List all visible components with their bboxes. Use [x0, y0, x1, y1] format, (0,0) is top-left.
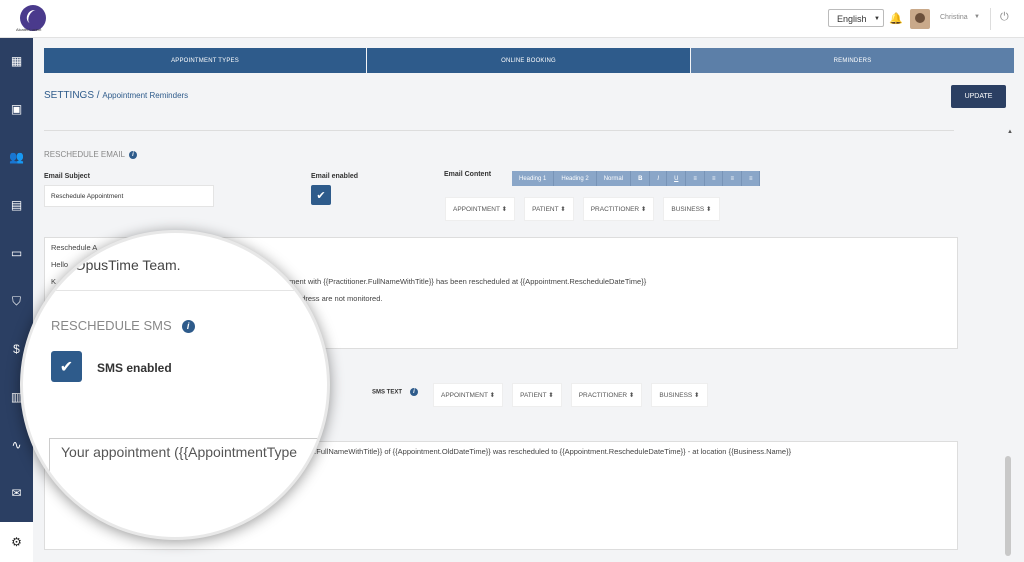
reschedule-email-label: RESCHEDULE EMAIL	[44, 150, 125, 159]
sms-enabled-checkbox[interactable]: ✔	[51, 351, 82, 382]
breadcrumb: SETTINGS / Appointment Reminders	[44, 90, 188, 101]
practitioner-field-button[interactable]: PRACTITIONER ⬍	[582, 197, 655, 221]
sms-text-label-text: SMS TEXT	[372, 389, 403, 396]
chevron-down-icon[interactable]: ▼	[974, 14, 980, 20]
bell-icon[interactable]: 🔔	[889, 12, 903, 25]
check-icon: ✔	[59, 358, 74, 376]
normal-button[interactable]: Normal	[596, 171, 632, 186]
users-icon[interactable]: 👥	[0, 142, 33, 172]
scrollbar[interactable]: ▲	[1003, 123, 1015, 559]
logo-text: Alcatel-Lucent	[16, 27, 42, 32]
business-field-button[interactable]: BUSINESS ⬍	[663, 197, 720, 221]
section-divider	[44, 130, 954, 131]
bold-button[interactable]: B	[631, 171, 651, 186]
tab-online-booking[interactable]: ONLINE BOOKING	[367, 48, 690, 73]
sms-text-label: SMS TEXT i	[372, 388, 419, 396]
divider	[23, 290, 327, 291]
magnified-team-text: e OpusTime Team.	[63, 257, 181, 273]
email-body-line: tment with {{Practitioner.FullNameWithTi…	[287, 277, 647, 286]
patient-field-button[interactable]: PATIENT ⬍	[512, 383, 562, 407]
info-icon[interactable]: i	[181, 320, 195, 334]
check-icon: ✔	[316, 189, 326, 202]
update-button[interactable]: UPDATE	[951, 85, 1006, 108]
info-icon[interactable]: i	[410, 388, 419, 396]
patient-field-button[interactable]: PATIENT ⬍	[524, 197, 574, 221]
reschedule-sms-title: RESCHEDULE SMS i	[51, 318, 195, 334]
indent-icon[interactable]: ≡	[723, 171, 742, 186]
reschedule-sms-label: RESCHEDULE SMS	[51, 318, 172, 333]
power-icon[interactable]: ⏻	[1000, 11, 1009, 24]
email-enabled-checkbox[interactable]: ✔	[311, 185, 331, 205]
email-subject-label: Email Subject	[44, 173, 90, 180]
gear-icon[interactable]: ⚙	[0, 522, 33, 562]
email-content-label: Email Content	[444, 171, 492, 178]
breadcrumb-root[interactable]: SETTINGS	[44, 90, 94, 101]
calendar-icon[interactable]: ▣	[0, 94, 33, 124]
document-icon[interactable]: ▤	[0, 190, 33, 220]
avatar[interactable]	[910, 9, 930, 29]
divider	[990, 8, 991, 30]
sms-merge-fields: APPOINTMENT ⬍ PATIENT ⬍ PRACTITIONER ⬍ B…	[433, 383, 708, 407]
underline-button[interactable]: U	[667, 171, 687, 186]
email-enabled-label: Email enabled	[311, 173, 359, 180]
info-icon[interactable]: i	[128, 150, 137, 159]
dashboard-icon[interactable]: ▦	[0, 46, 33, 76]
italic-button[interactable]: I	[650, 171, 668, 186]
appointment-field-button[interactable]: APPOINTMENT ⬍	[445, 197, 516, 221]
magnified-sms-text: Your appointment ({{AppointmentType	[61, 444, 298, 460]
settings-tabs: APPOINTMENT TYPES ONLINE BOOKING REMINDE…	[44, 48, 1014, 73]
tab-appointment-types[interactable]: APPOINTMENT TYPES	[44, 48, 366, 73]
appointment-field-button[interactable]: APPOINTMENT ⬍	[433, 383, 504, 407]
sidebar: ▦ ▣ 👥 ▤ ▭ ⛉ $ ▥ ∿ ✉ ⚙	[0, 38, 33, 562]
email-merge-fields: APPOINTMENT ⬍ PATIENT ⬍ PRACTITIONER ⬍ B…	[445, 197, 720, 221]
ordered-list-icon[interactable]: ≡	[704, 171, 724, 186]
sms-body-text: e.FullNameWithTitle}} of {{Appointment.O…	[310, 447, 792, 456]
top-bar: Alcatel-Lucent English ▼ 🔔 Christina ▼ ⏻	[0, 0, 1024, 38]
heading2-button[interactable]: Heading 2	[554, 171, 597, 186]
card-icon[interactable]: ▭	[0, 238, 33, 268]
user-name[interactable]: Christina	[940, 14, 968, 21]
scroll-thumb[interactable]	[1005, 456, 1011, 556]
chevron-down-icon: ▼	[874, 16, 880, 22]
magnifier-overlay: e OpusTime Team. RESCHEDULE SMS i ✔ SMS e…	[20, 230, 330, 540]
tab-reminders[interactable]: REMINDERS	[691, 48, 1014, 73]
business-field-button[interactable]: BUSINESS ⬍	[651, 383, 708, 407]
practitioner-field-button[interactable]: PRACTITIONER ⬍	[570, 383, 643, 407]
email-subject-input[interactable]: Reschedule Appointment	[44, 185, 214, 207]
language-value: English	[837, 14, 867, 24]
mail-icon[interactable]: ✉	[0, 478, 33, 508]
editor-toolbar: Heading 1 Heading 2 Normal B I U ≡ ≡ ≡ ≡	[512, 171, 761, 186]
list-icon[interactable]: ≡	[686, 171, 705, 186]
sms-enabled-label: SMS enabled	[97, 361, 172, 375]
reschedule-email-title: RESCHEDULE EMAIL i	[44, 150, 137, 159]
breadcrumb-current: Appointment Reminders	[102, 91, 189, 100]
language-select[interactable]: English ▼	[828, 9, 884, 27]
email-body-line: Reschedule A	[51, 243, 98, 252]
scroll-up-icon[interactable]: ▲	[1007, 129, 1013, 135]
outdent-icon[interactable]: ≡	[741, 171, 761, 186]
heading1-button[interactable]: Heading 1	[512, 171, 555, 186]
